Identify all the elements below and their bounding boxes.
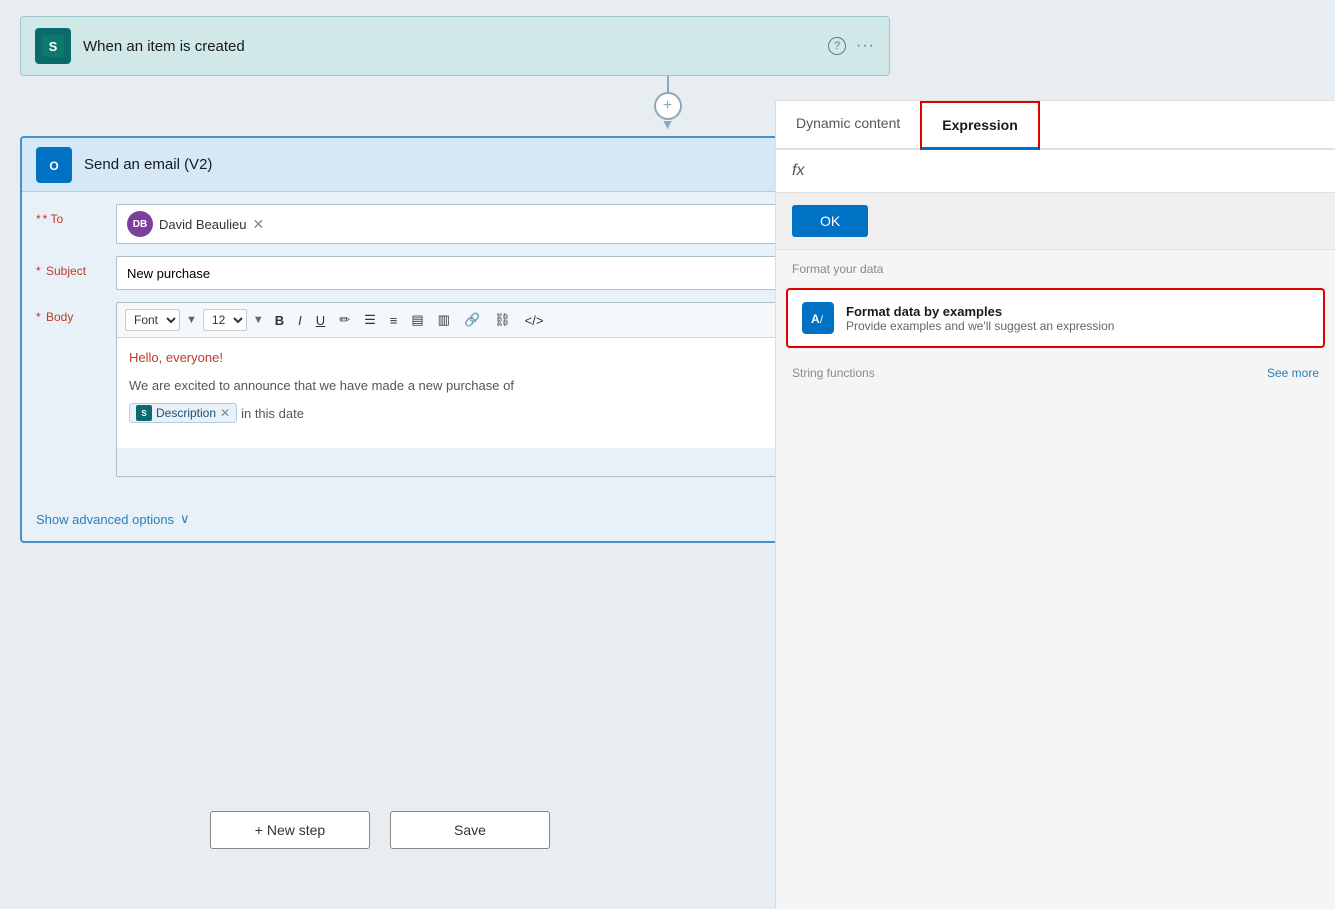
body-label: * Body: [36, 302, 116, 324]
formula-input[interactable]: [814, 163, 1319, 179]
italic-button[interactable]: I: [293, 311, 307, 330]
bottom-actions: + New step Save: [0, 811, 760, 849]
contact-avatar: DB: [127, 211, 153, 237]
email-card-header[interactable]: O Send an email (V2) ? ···: [22, 138, 888, 192]
tab-dynamic-content[interactable]: Dynamic content: [776, 101, 920, 150]
to-label: ** To: [36, 204, 116, 226]
body-line1: Hello, everyone!: [129, 348, 861, 368]
link-button[interactable]: 🔗: [459, 310, 485, 330]
svg-text:A: A: [811, 312, 820, 326]
body-toolbar: Font ▼ 12 ▼ B I U ✏ ☰ ≡ ▤ ▥: [117, 303, 873, 338]
code-button[interactable]: </>: [520, 311, 549, 330]
trigger-actions: ? ···: [828, 37, 875, 55]
subject-input[interactable]: [127, 266, 863, 281]
see-more-link[interactable]: See more: [1267, 366, 1319, 380]
form-area: ** To DB David Beaulieu ✕: [22, 192, 888, 501]
to-field[interactable]: DB David Beaulieu ✕: [116, 204, 874, 244]
contact-chip: DB David Beaulieu ✕: [127, 211, 264, 237]
token-label: Description: [156, 406, 216, 420]
connector-arrow: ▼: [661, 116, 675, 132]
format-card-title: Format data by examples: [846, 304, 1114, 319]
fx-label: fx: [792, 162, 804, 180]
format-data-card[interactable]: A / Format data by examples Provide exam…: [786, 288, 1325, 348]
highlight-button[interactable]: ✏: [334, 310, 355, 330]
email-card-title: Send an email (V2): [84, 156, 827, 173]
align-left-button[interactable]: ▤: [406, 310, 428, 330]
body-content[interactable]: Hello, everyone! We are excited to annou…: [117, 338, 873, 448]
string-functions-area: String functions See more: [776, 354, 1335, 386]
more-icon[interactable]: ···: [856, 37, 875, 55]
svg-text:O: O: [49, 159, 58, 173]
save-button[interactable]: Save: [390, 811, 550, 849]
add-dynamic-area: Add dynamic...: [117, 448, 873, 476]
chevron-down-icon: ∨: [180, 511, 190, 527]
underline-button[interactable]: U: [311, 311, 330, 330]
trigger-card[interactable]: S When an item is created ? ···: [20, 16, 890, 76]
description-token[interactable]: S Description ✕: [129, 403, 237, 423]
flow-area: S When an item is created ? ··· + ▼ O Se…: [0, 0, 900, 909]
trigger-title: When an item is created: [83, 38, 828, 55]
formula-area: fx: [776, 150, 1335, 193]
token-icon: S: [136, 405, 152, 421]
body-token-row: S Description ✕ in this date: [129, 403, 861, 423]
subject-label: * Subject: [36, 256, 116, 278]
ok-button[interactable]: OK: [792, 205, 868, 237]
bullet-list-button[interactable]: ☰: [359, 310, 381, 330]
tab-expression[interactable]: Expression: [920, 101, 1039, 150]
format-section-label: Format your data: [776, 250, 1335, 282]
format-card-desc: Provide examples and we'll suggest an ex…: [846, 319, 1114, 333]
font-size-selector[interactable]: 12: [203, 309, 247, 331]
new-step-button[interactable]: + New step: [210, 811, 370, 849]
help-icon[interactable]: ?: [828, 37, 846, 55]
remove-token-button[interactable]: ✕: [220, 406, 230, 420]
font-selector[interactable]: Font: [125, 309, 180, 331]
contact-name: David Beaulieu: [159, 217, 246, 232]
advanced-options-link[interactable]: Show advanced options: [36, 512, 174, 527]
ok-area: OK: [776, 193, 1335, 250]
to-field-inner: DB David Beaulieu ✕: [127, 211, 264, 237]
email-card: O Send an email (V2) ? ··· ** To: [20, 136, 890, 543]
subject-row: * Subject: [36, 256, 874, 290]
remove-contact-button[interactable]: ✕: [252, 216, 264, 233]
format-card-text: Format data by examples Provide examples…: [846, 304, 1114, 333]
svg-text:S: S: [49, 39, 58, 54]
string-functions-label: String functions: [792, 366, 875, 380]
email-app-icon: O: [36, 147, 72, 183]
bold-button[interactable]: B: [270, 311, 289, 330]
ordered-list-button[interactable]: ≡: [385, 311, 403, 330]
subject-field[interactable]: [116, 256, 874, 290]
format-data-icon: A /: [802, 302, 834, 334]
body-field-container: Font ▼ 12 ▼ B I U ✏ ☰ ≡ ▤ ▥: [116, 302, 874, 477]
unlink-button[interactable]: ⛓: [489, 310, 516, 330]
align-center-button[interactable]: ▥: [433, 310, 455, 330]
trigger-icon: S: [35, 28, 71, 64]
token-suffix: in this date: [241, 406, 304, 421]
dynamic-content-panel: Dynamic content Expression fx OK Format …: [775, 100, 1335, 909]
body-row: * Body Font ▼ 12 ▼ B I: [36, 302, 874, 477]
advanced-options[interactable]: Show advanced options ∨: [22, 501, 888, 541]
connector-line-top: [667, 76, 669, 92]
body-line2: We are excited to announce that we have …: [129, 376, 861, 396]
panel-tabs: Dynamic content Expression: [776, 101, 1335, 150]
to-row: ** To DB David Beaulieu ✕: [36, 204, 874, 244]
